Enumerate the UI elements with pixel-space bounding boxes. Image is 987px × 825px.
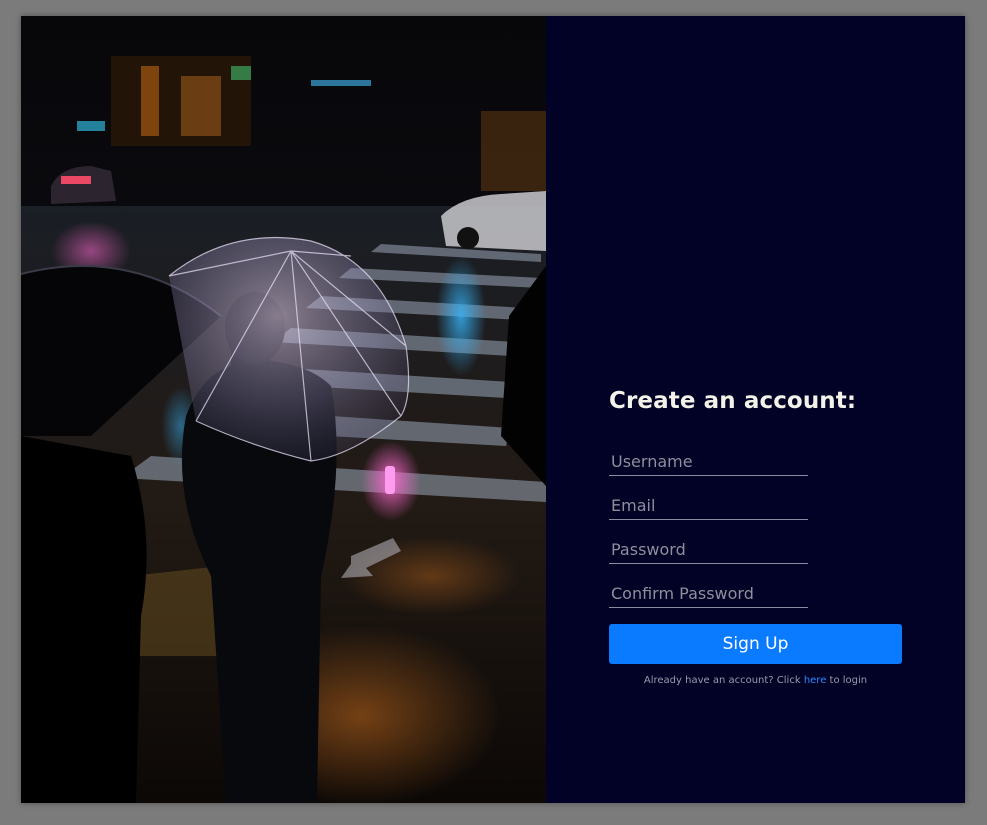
signup-form: Create an account: Sign Up Already have … <box>609 388 902 686</box>
signup-panel: Create an account: Sign Up Already have … <box>546 16 965 803</box>
signup-card: Create an account: Sign Up Already have … <box>21 16 965 803</box>
password-field[interactable] <box>609 536 808 564</box>
login-prompt-suffix: to login <box>826 675 868 686</box>
login-link[interactable]: here <box>804 675 827 686</box>
form-title: Create an account: <box>609 388 857 414</box>
username-field[interactable] <box>609 448 808 476</box>
login-prompt-prefix: Already have an account? Click <box>643 675 804 686</box>
rainy-street-image <box>21 16 546 803</box>
sign-up-button[interactable]: Sign Up <box>609 624 902 664</box>
login-prompt: Already have an account? Click here to l… <box>609 675 902 686</box>
hero-photo <box>21 16 546 803</box>
confirm-password-field[interactable] <box>609 580 808 608</box>
email-field[interactable] <box>609 492 808 520</box>
